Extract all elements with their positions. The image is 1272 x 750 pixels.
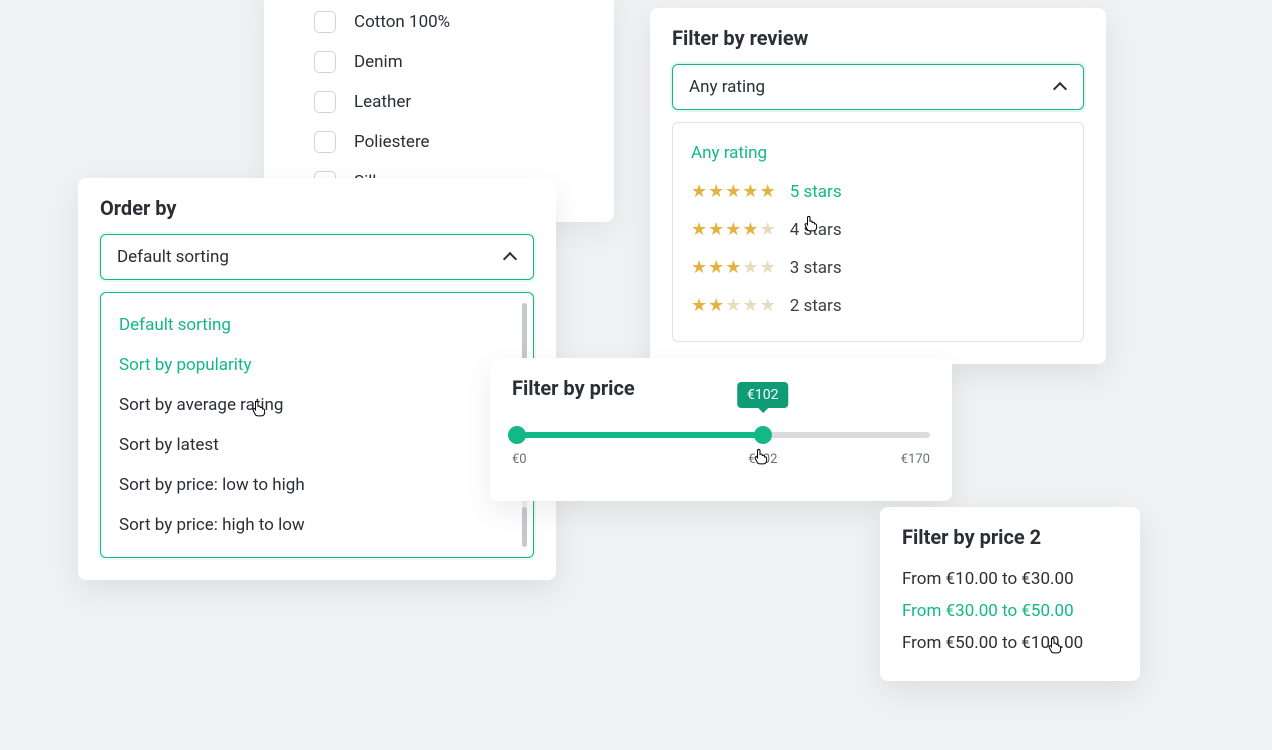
filter-price-card: Filter by price €102 €102 €0 €170 — [490, 358, 952, 501]
price-tooltip: €102 — [737, 382, 788, 408]
checkbox[interactable] — [314, 11, 336, 33]
material-label: Poliestere — [354, 132, 430, 152]
order-option-popularity[interactable]: Sort by popularity — [109, 345, 525, 385]
price2-option[interactable]: From €10.00 to €30.00 — [902, 563, 1118, 595]
order-option-rating[interactable]: Sort by average rating — [109, 385, 525, 425]
filter-price2-card: Filter by price 2 From €10.00 to €30.00 … — [880, 507, 1140, 681]
review-select[interactable]: Any rating — [672, 64, 1084, 110]
price2-option[interactable]: From €50.00 to €100.00 — [902, 627, 1118, 659]
material-label: Denim — [354, 52, 403, 72]
rating-option-5[interactable]: ★★★★★ 5 stars — [687, 173, 1069, 211]
price-slider-handle-max[interactable]: €102 — [754, 426, 772, 444]
rating-label: 3 stars — [790, 258, 842, 278]
review-dropdown: Any rating ★★★★★ 5 stars ★★★★★ 4 stars ★… — [672, 122, 1084, 342]
checkbox[interactable] — [314, 51, 336, 73]
material-row[interactable]: Poliestere — [314, 122, 584, 162]
price-min-label: €0 — [512, 452, 527, 467]
price-slider-handle-min[interactable] — [508, 426, 526, 444]
filter-price2-title: Filter by price 2 — [902, 525, 1118, 549]
review-selected: Any rating — [689, 77, 765, 97]
price-slider-fill — [512, 432, 763, 438]
filter-price-title: Filter by price — [512, 376, 930, 400]
price-max-label: €170 — [901, 452, 930, 467]
price-current-label: €102 — [748, 452, 777, 467]
filter-review-title: Filter by review — [672, 26, 1084, 50]
price-slider-labels: €0 €170 — [512, 452, 930, 467]
price2-option[interactable]: From €30.00 to €50.00 — [902, 595, 1118, 627]
order-option-price-desc[interactable]: Sort by price: high to low — [109, 505, 525, 545]
order-by-card: Order by Default sorting Default sorting… — [78, 178, 556, 580]
rating-option-3[interactable]: ★★★★★ 3 stars — [687, 249, 1069, 287]
stars-icon: ★★★★★ — [691, 297, 776, 315]
order-by-select[interactable]: Default sorting — [100, 234, 534, 280]
chevron-up-icon — [1053, 80, 1067, 94]
scrollbar-thumb[interactable] — [522, 507, 527, 547]
rating-option-any[interactable]: Any rating — [687, 139, 1069, 173]
order-by-dropdown: Default sorting Sort by popularity Sort … — [100, 292, 534, 558]
order-option-price-asc[interactable]: Sort by price: low to high — [109, 465, 525, 505]
rating-label: 5 stars — [790, 182, 842, 202]
filter-review-card: Filter by review Any rating Any rating ★… — [650, 8, 1106, 364]
order-by-title: Order by — [100, 196, 534, 220]
material-label: Cotton 100% — [354, 12, 450, 32]
rating-label: 2 stars — [790, 296, 842, 316]
order-by-selected: Default sorting — [117, 247, 229, 267]
rating-option-4[interactable]: ★★★★★ 4 stars — [687, 211, 1069, 249]
material-row[interactable]: Leather — [314, 82, 584, 122]
checkbox[interactable] — [314, 91, 336, 113]
material-row[interactable]: Denim — [314, 42, 584, 82]
rating-option-2[interactable]: ★★★★★ 2 stars — [687, 287, 1069, 325]
chevron-up-icon — [503, 250, 517, 264]
material-label: Leather — [354, 92, 411, 112]
checkbox[interactable] — [314, 131, 336, 153]
order-option-latest[interactable]: Sort by latest — [109, 425, 525, 465]
order-option-default[interactable]: Default sorting — [109, 305, 525, 345]
stars-icon: ★★★★★ — [691, 259, 776, 277]
stars-icon: ★★★★★ — [691, 221, 776, 239]
price-slider-track[interactable]: €102 €102 — [512, 432, 930, 438]
rating-label: 4 stars — [790, 220, 842, 240]
material-row[interactable]: Cotton 100% — [314, 2, 584, 42]
stars-icon: ★★★★★ — [691, 183, 776, 201]
